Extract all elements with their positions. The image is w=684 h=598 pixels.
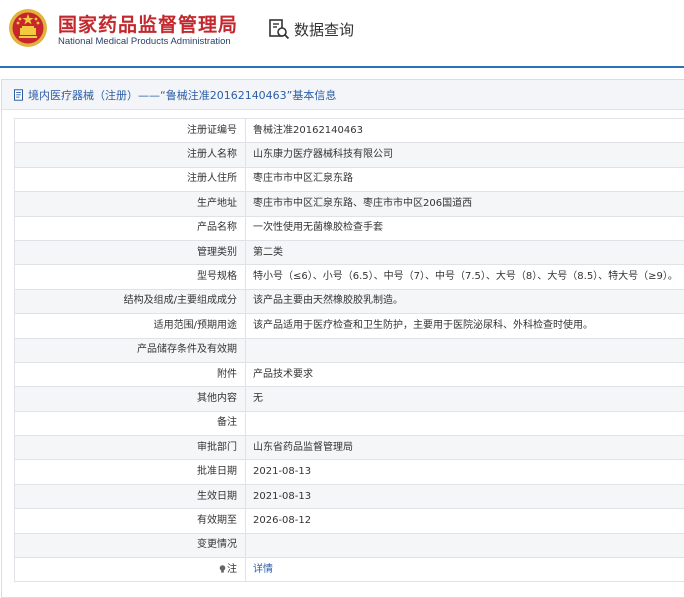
- table-row: 其他内容 无: [14, 386, 684, 412]
- field-label: 注册证编号: [14, 117, 246, 144]
- note-value-cell: 详情: [245, 557, 684, 583]
- table-row: 管理类别 第二类: [14, 239, 684, 266]
- field-value: 无: [245, 386, 684, 412]
- field-label: 有效期至: [14, 508, 246, 534]
- table-row: 注 详情: [14, 557, 684, 583]
- field-label: 产品储存条件及有效期: [14, 337, 246, 363]
- field-label: 型号规格: [14, 264, 246, 290]
- panel-header: 境内医疗器械（注册）——“鲁械注准20162140463”基本信息: [2, 80, 684, 110]
- search-document-icon: [269, 19, 290, 40]
- table-row: 生产地址 枣庄市市中区汇泉东路、枣庄市市中区206国道西: [14, 191, 684, 217]
- field-label: 备注: [14, 410, 246, 437]
- field-label: 适用范围/预期用途: [14, 313, 246, 339]
- header-divider: [0, 66, 684, 68]
- data-query-label: 数据查询: [294, 20, 355, 39]
- brand-name-cn[interactable]: 国家药品监督管理局: [58, 10, 238, 37]
- field-value: 鲁械注准20162140463: [245, 117, 684, 144]
- field-label: 管理类别: [14, 239, 246, 266]
- document-icon: [14, 88, 23, 101]
- table-row: 批准日期 2021-08-13: [14, 459, 684, 485]
- lightbulb-icon: [219, 564, 226, 573]
- table-row: 有效期至 2026-08-12: [14, 508, 684, 534]
- note-label: 注: [227, 563, 237, 575]
- field-label: 其他内容: [14, 386, 246, 412]
- field-value: 一次性使用无菌橡胶检查手套: [245, 215, 684, 241]
- data-query-link[interactable]: 数据查询: [268, 17, 354, 41]
- field-value: 枣庄市市中区汇泉东路: [245, 166, 684, 193]
- field-value: 2021-08-13: [245, 483, 684, 510]
- field-label: 注册人住所: [14, 166, 246, 193]
- field-label: 审批部门: [14, 435, 246, 461]
- table-row: 注册人名称 山东康力医疗器械科技有限公司: [14, 142, 684, 168]
- table-row: 注册证编号 鲁械注准20162140463: [14, 117, 684, 144]
- field-label: 批准日期: [14, 459, 246, 485]
- field-value: [245, 410, 684, 437]
- field-value: 2026-08-12: [245, 508, 684, 534]
- field-value: 枣庄市市中区汇泉东路、枣庄市市中区206国道西: [245, 191, 684, 217]
- table-row: 结构及组成/主要组成成分 该产品主要由天然橡胶胶乳制造。: [14, 288, 684, 315]
- field-value: 该产品适用于医疗检查和卫生防护，主要用于医院泌尿科、外科检查时使用。: [245, 313, 684, 339]
- info-table: 注册证编号 鲁械注准20162140463 注册人名称 山东康力医疗器械科技有限…: [14, 117, 684, 583]
- field-value: 特小号（≤6）、小号（6.5）、中号（7）、中号（7.5）、大号（8）、大号（8…: [245, 264, 684, 290]
- national-emblem-icon: [9, 9, 47, 47]
- table-row: 变更情况: [14, 532, 684, 559]
- field-label: 产品名称: [14, 215, 246, 241]
- field-label: 附件: [14, 361, 246, 388]
- table-row: 备注: [14, 410, 684, 437]
- table-row: 审批部门 山东省药品监督管理局: [14, 435, 684, 461]
- field-label: 注册人名称: [14, 142, 246, 168]
- table-row: 附件 产品技术要求: [14, 361, 684, 388]
- field-label: 生效日期: [14, 483, 246, 510]
- field-value: 产品技术要求: [245, 361, 684, 388]
- table-row: 产品名称 一次性使用无菌橡胶检查手套: [14, 215, 684, 241]
- field-value: 2021-08-13: [245, 459, 684, 485]
- table-row: 产品储存条件及有效期: [14, 337, 684, 363]
- field-value: [245, 337, 684, 363]
- field-value: 山东省药品监督管理局: [245, 435, 684, 461]
- field-label: 结构及组成/主要组成成分: [14, 288, 246, 315]
- info-panel: 境内医疗器械（注册）——“鲁械注准20162140463”基本信息 注册证编号 …: [1, 79, 684, 598]
- panel-title: 境内医疗器械（注册）——“鲁械注准20162140463”基本信息: [28, 88, 337, 102]
- field-label: 生产地址: [14, 191, 246, 217]
- table-row: 适用范围/预期用途 该产品适用于医疗检查和卫生防护，主要用于医院泌尿科、外科检查…: [14, 313, 684, 339]
- field-value: [245, 532, 684, 559]
- table-row: 型号规格 特小号（≤6）、小号（6.5）、中号（7）、中号（7.5）、大号（8）…: [14, 264, 684, 290]
- field-value: 该产品主要由天然橡胶胶乳制造。: [245, 288, 684, 315]
- brand-name-en[interactable]: National Medical Products Administration: [58, 36, 231, 47]
- field-value: 第二类: [245, 239, 684, 266]
- field-label: 变更情况: [14, 532, 246, 559]
- site-header: 国家药品监督管理局 National Medical Products Admi…: [0, 0, 684, 66]
- details-link[interactable]: 详情: [253, 564, 273, 575]
- table-row: 注册人住所 枣庄市市中区汇泉东路: [14, 166, 684, 193]
- field-value: 山东康力医疗器械科技有限公司: [245, 142, 684, 168]
- note-label-cell: 注: [14, 557, 246, 583]
- table-row: 生效日期 2021-08-13: [14, 483, 684, 510]
